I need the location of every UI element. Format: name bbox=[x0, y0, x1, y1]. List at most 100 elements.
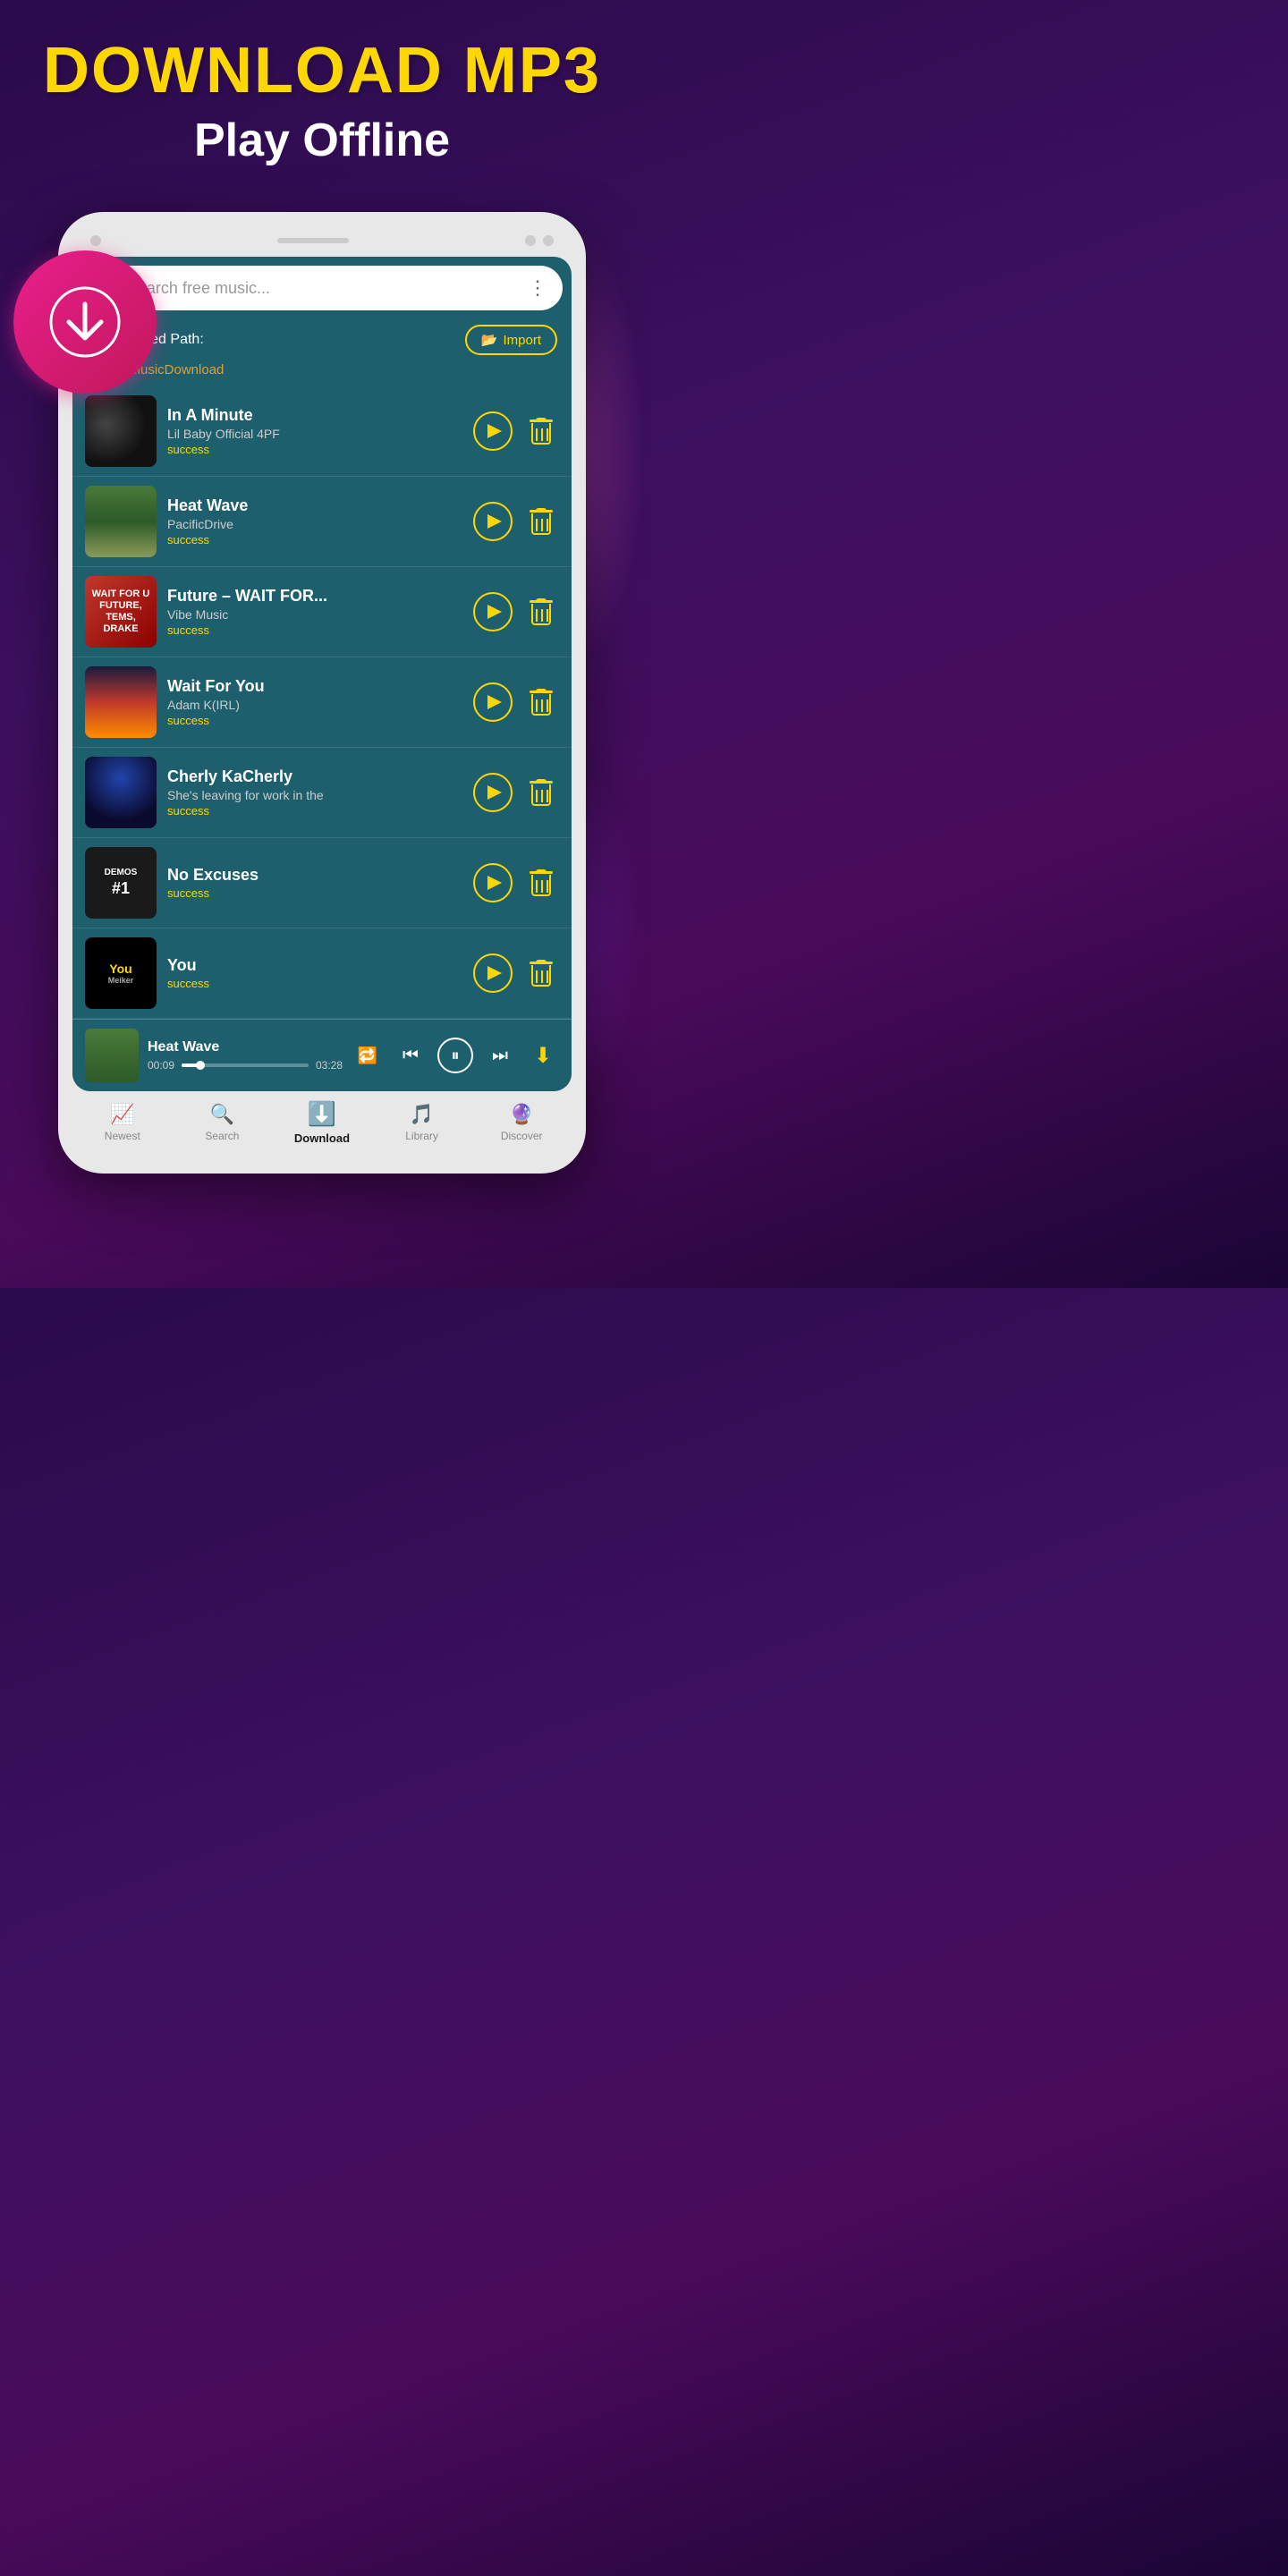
play-icon-7 bbox=[487, 966, 502, 980]
discover-nav-icon: 🔮 bbox=[509, 1103, 533, 1126]
delete-button-3[interactable] bbox=[523, 592, 559, 631]
bottom-navigation: 📈 Newest 🔍 Search ⬇️ Download 🎵 Library … bbox=[72, 1091, 572, 1157]
header-section: DOWNLOAD MP3 Play Offline bbox=[0, 0, 644, 185]
time-current: 00:09 bbox=[148, 1059, 174, 1072]
play-button-6[interactable] bbox=[473, 863, 513, 902]
nav-download-label: Download bbox=[294, 1131, 350, 1145]
song-status-4: success bbox=[167, 714, 462, 727]
song-actions-2 bbox=[473, 502, 559, 541]
song-title-3: Future – WAIT FOR... bbox=[167, 587, 462, 606]
now-playing-title: Heat Wave bbox=[148, 1039, 343, 1055]
app-title-line2: Play Offline bbox=[18, 114, 626, 167]
trash-icon-6 bbox=[530, 869, 553, 896]
phone-sensor-right1 bbox=[525, 235, 536, 246]
nav-discover[interactable]: 🔮 Discover bbox=[471, 1103, 572, 1142]
play-icon-4 bbox=[487, 695, 502, 709]
song-item-4: Wait For You Adam K(IRL) success bbox=[72, 657, 572, 748]
song-status-7: success bbox=[167, 977, 462, 990]
play-button-3[interactable] bbox=[473, 592, 513, 631]
song-thumb-5 bbox=[85, 757, 157, 828]
nav-discover-label: Discover bbox=[501, 1130, 543, 1142]
song-artist-4: Adam K(IRL) bbox=[167, 698, 462, 712]
nav-search[interactable]: 🔍 Search bbox=[173, 1103, 273, 1142]
play-button-7[interactable] bbox=[473, 953, 513, 993]
song-thumb-1 bbox=[85, 395, 157, 467]
nav-search-label: Search bbox=[205, 1130, 239, 1142]
path-value: /Music/MusicDownload bbox=[72, 362, 572, 386]
phone-sensors-right bbox=[525, 235, 554, 246]
nav-newest[interactable]: 📈 Newest bbox=[72, 1103, 173, 1142]
song-artist-2: PacificDrive bbox=[167, 517, 462, 531]
song-status-1: success bbox=[167, 443, 462, 456]
song-info-4: Wait For You Adam K(IRL) success bbox=[167, 677, 462, 727]
play-button-5[interactable] bbox=[473, 773, 513, 812]
song-thumb-2 bbox=[85, 486, 157, 557]
song-title-1: In A Minute bbox=[167, 406, 462, 425]
play-icon-2 bbox=[487, 514, 502, 529]
delete-button-6[interactable] bbox=[523, 863, 559, 902]
song-thumb-4 bbox=[85, 666, 157, 738]
import-button[interactable]: 📂 Import bbox=[465, 325, 557, 355]
song-status-5: success bbox=[167, 804, 462, 818]
app-icon[interactable] bbox=[13, 250, 157, 394]
song-status-6: success bbox=[167, 886, 462, 900]
song-title-2: Heat Wave bbox=[167, 496, 462, 515]
import-label: Import bbox=[503, 333, 541, 348]
pause-button[interactable]: ⏸ bbox=[437, 1038, 473, 1073]
song-thumb-6: DEMOS #1 bbox=[85, 847, 157, 919]
song-actions-4 bbox=[473, 682, 559, 722]
play-icon-6 bbox=[487, 876, 502, 890]
song-thumb-3: WAIT FOR UFUTURE, TEMS, DRAKE bbox=[85, 576, 157, 648]
download-button-player[interactable]: ⬇ bbox=[527, 1039, 559, 1072]
song-item-6: DEMOS #1 No Excuses success bbox=[72, 838, 572, 928]
prev-button[interactable]: ⏮ bbox=[394, 1039, 427, 1072]
newest-icon: 📈 bbox=[110, 1103, 134, 1126]
play-icon-5 bbox=[487, 785, 502, 800]
play-button-4[interactable] bbox=[473, 682, 513, 722]
play-icon-3 bbox=[487, 605, 502, 619]
song-actions-1 bbox=[473, 411, 559, 451]
song-artist-3: Vibe Music bbox=[167, 607, 462, 622]
trash-icon-7 bbox=[530, 960, 553, 987]
thumb-image-1 bbox=[85, 395, 157, 467]
trash-icon-5 bbox=[530, 779, 553, 806]
delete-button-4[interactable] bbox=[523, 682, 559, 722]
phone-speaker bbox=[277, 238, 349, 243]
import-icon: 📂 bbox=[481, 332, 498, 348]
delete-button-7[interactable] bbox=[523, 953, 559, 993]
trash-icon-1 bbox=[530, 418, 553, 445]
song-title-7: You bbox=[167, 956, 462, 975]
phone-sensor-right2 bbox=[543, 235, 554, 246]
delete-button-5[interactable] bbox=[523, 773, 559, 812]
phone-screen: 🔍 Search free music... ⋮ Downloaded Path… bbox=[72, 257, 572, 1091]
next-button[interactable]: ⏭ bbox=[484, 1039, 516, 1072]
delete-button-1[interactable] bbox=[523, 411, 559, 451]
now-playing-thumb bbox=[85, 1029, 139, 1082]
thumb-image-2 bbox=[85, 486, 157, 557]
phone-sensor-left bbox=[90, 235, 101, 246]
song-item-7: You Meiker You success bbox=[72, 928, 572, 1019]
progress-dot bbox=[196, 1061, 205, 1070]
song-list: In A Minute Lil Baby Official 4PF succes… bbox=[72, 386, 572, 1019]
song-title-6: No Excuses bbox=[167, 866, 462, 885]
repeat-button[interactable]: 🔁 bbox=[352, 1039, 384, 1072]
nav-library[interactable]: 🎵 Library bbox=[372, 1103, 472, 1142]
play-button-1[interactable] bbox=[473, 411, 513, 451]
phone-top-bar bbox=[72, 228, 572, 257]
more-options-icon[interactable]: ⋮ bbox=[528, 276, 548, 300]
progress-bar[interactable] bbox=[182, 1063, 309, 1067]
song-item-3: WAIT FOR UFUTURE, TEMS, DRAKE Future – W… bbox=[72, 567, 572, 657]
nav-library-label: Library bbox=[405, 1130, 438, 1142]
now-playing-bar: Heat Wave 00:09 03:28 🔁 ⏮ bbox=[72, 1019, 572, 1091]
play-button-2[interactable] bbox=[473, 502, 513, 541]
song-title-4: Wait For You bbox=[167, 677, 462, 696]
song-info-3: Future – WAIT FOR... Vibe Music success bbox=[167, 587, 462, 637]
song-artist-1: Lil Baby Official 4PF bbox=[167, 427, 462, 441]
pause-icon: ⏸ bbox=[452, 1046, 460, 1065]
song-item-5: Cherly KaCherly She's leaving for work i… bbox=[72, 748, 572, 838]
song-item-2: Heat Wave PacificDrive success bbox=[72, 477, 572, 567]
player-controls: 🔁 ⏮ ⏸ ⏭ ⬇ bbox=[352, 1038, 559, 1073]
delete-button-2[interactable] bbox=[523, 502, 559, 541]
nav-download[interactable]: ⬇️ Download bbox=[272, 1100, 372, 1145]
trash-icon-4 bbox=[530, 689, 553, 716]
